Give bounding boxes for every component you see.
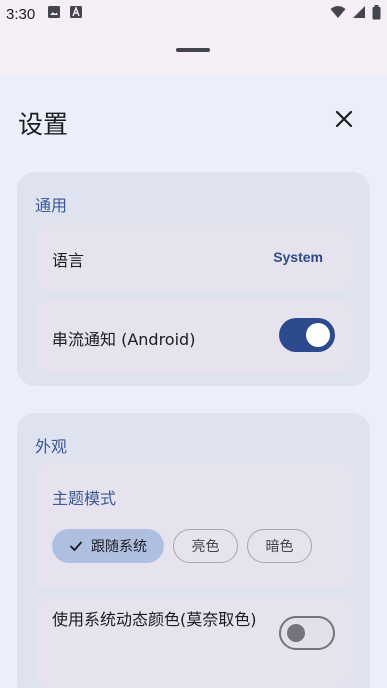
stream-notification-row[interactable]: 串流通知 (Android) — [35, 300, 353, 372]
stream-notification-switch[interactable] — [279, 318, 335, 352]
general-section-title: 通用 — [35, 196, 68, 215]
stream-notification-label: 串流通知 (Android) — [52, 330, 196, 349]
signal-icon — [352, 5, 366, 23]
theme-mode-title: 主题模式 — [52, 489, 117, 508]
theme-mode-row: 主题模式 跟随系统 亮色 暗色 — [35, 463, 353, 589]
language-label: 语言 — [52, 251, 85, 270]
check-icon — [69, 539, 83, 553]
dynamic-color-row[interactable]: 使用系统动态颜色(莫奈取色) — [35, 598, 353, 688]
status-bar: 3:30 — [0, 0, 387, 28]
theme-option-dark-label: 暗色 — [265, 539, 294, 555]
appearance-section-card: 外观 主题模式 跟随系统 亮色 暗色 使用系统动态颜色(莫奈取色) — [17, 413, 370, 688]
battery-icon — [372, 4, 381, 24]
a-box-icon — [69, 5, 83, 23]
sheet-handle-area — [0, 28, 387, 76]
theme-option-light[interactable]: 亮色 — [173, 529, 238, 563]
language-row[interactable]: 语言 System — [35, 225, 353, 291]
dynamic-color-label: 使用系统动态颜色(莫奈取色) — [52, 610, 257, 629]
close-button[interactable] — [326, 103, 362, 139]
switch-thumb — [306, 323, 330, 347]
wifi-icon — [330, 5, 346, 23]
status-right-icons — [330, 4, 381, 24]
switch-thumb — [287, 624, 305, 642]
appearance-section-title: 外观 — [35, 437, 68, 456]
image-icon — [47, 5, 61, 23]
theme-option-system-label: 跟随系统 — [91, 539, 147, 555]
language-value[interactable]: System — [273, 249, 323, 265]
theme-option-light-label: 亮色 — [191, 539, 220, 555]
close-icon — [335, 110, 353, 132]
theme-option-dark[interactable]: 暗色 — [247, 529, 312, 563]
drag-handle[interactable] — [176, 48, 210, 52]
general-section-card: 通用 语言 System 串流通知 (Android) — [17, 172, 370, 386]
page-title: 设置 — [18, 110, 69, 139]
dynamic-color-switch[interactable] — [279, 616, 335, 650]
status-time: 3:30 — [6, 5, 36, 23]
status-left-icons — [47, 5, 83, 23]
theme-option-system[interactable]: 跟随系统 — [52, 529, 164, 563]
